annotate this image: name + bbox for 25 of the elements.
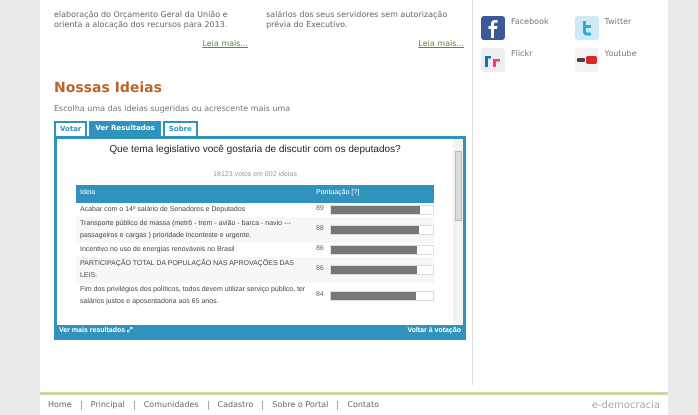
question-text: Que tema legislativo você gostaria de discutir com os deputados?: [109, 143, 401, 157]
facebook-icon: [481, 16, 505, 40]
footer-brand: e-democracia: [592, 398, 660, 412]
read-more-link[interactable]: Leia mais...: [418, 38, 464, 50]
article-text: elaboração do Orçamento Geral da União e: [54, 10, 229, 20]
footer-link[interactable]: Home: [48, 399, 72, 411]
footer-link[interactable]: Comunidades: [144, 399, 199, 411]
social-link[interactable]: Youtube: [604, 48, 636, 72]
social-link[interactable]: Flickr: [511, 48, 532, 72]
scrollbar[interactable]: [453, 139, 463, 325]
section-subtitle: Escolha uma das ideias sugeridas ou acrescente mais uma: [54, 103, 292, 115]
footer-link[interactable]: Cadastro: [218, 399, 254, 411]
footer-link[interactable]: Contato: [347, 399, 379, 411]
read-more-link[interactable]: Leia mais...: [202, 38, 248, 50]
footer-link[interactable]: Sobre o Portal: [272, 399, 328, 411]
section-title: Nossas Ideias: [54, 80, 163, 96]
twitter-icon: [574, 16, 598, 40]
flickr-icon: [481, 48, 505, 72]
footer-link[interactable]: Principal: [90, 399, 125, 411]
article-text: orienta a alocação dos recursos para 2013.: [54, 20, 228, 30]
article-text: salários dos seus servidores sem autorização: [266, 10, 448, 20]
social-link[interactable]: Facebook: [511, 16, 549, 40]
youtube-icon: [574, 48, 598, 72]
article-text: prévia do Executivo.: [266, 20, 348, 30]
social-link[interactable]: Twitter: [604, 16, 632, 40]
